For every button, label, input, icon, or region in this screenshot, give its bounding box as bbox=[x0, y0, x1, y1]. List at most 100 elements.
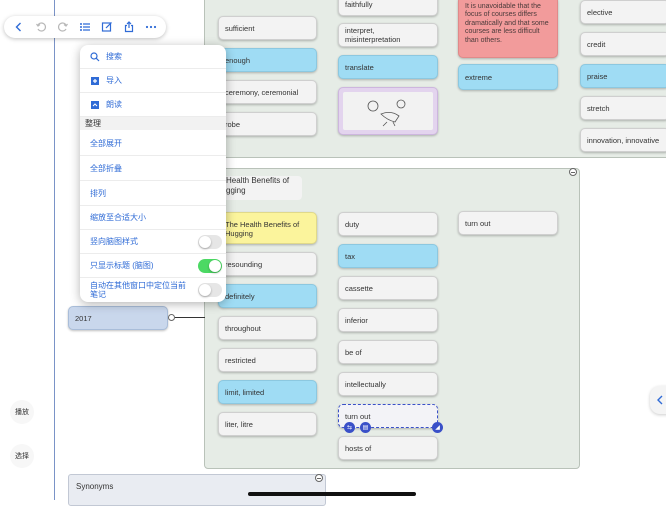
back-icon[interactable] bbox=[12, 20, 26, 34]
node-label: enough bbox=[225, 55, 251, 65]
node-credit[interactable]: credit bbox=[580, 32, 666, 56]
synonyms-title-text: Synonyms bbox=[76, 482, 114, 491]
node-label: intellectually bbox=[345, 379, 386, 389]
node-restricted[interactable]: restricted bbox=[218, 348, 317, 372]
node-label: hosts of bbox=[345, 443, 372, 453]
node-enough[interactable]: enough bbox=[218, 48, 317, 72]
menu-item-auto-locate: 自动在其他窗口中定位当前 笔记 bbox=[80, 278, 226, 302]
synonyms-collapse-icon[interactable] bbox=[315, 474, 323, 482]
edit-icon[interactable] bbox=[100, 20, 114, 34]
node-sufficient[interactable]: sufficient bbox=[218, 16, 317, 40]
node-link-icon[interactable]: ⇆ bbox=[344, 422, 355, 433]
node-stretch[interactable]: stretch bbox=[580, 96, 666, 120]
node-faithfully[interactable]: faithfully bbox=[338, 0, 438, 16]
node-note[interactable]: It is unavoidable that the focus of cour… bbox=[458, 0, 558, 58]
node-label: inferior bbox=[345, 315, 368, 325]
more-icon[interactable] bbox=[144, 20, 158, 34]
node-label: interpret, misinterpretation bbox=[345, 26, 401, 44]
redo-icon[interactable] bbox=[56, 20, 70, 34]
node-robe[interactable]: robe bbox=[218, 112, 317, 136]
menu-item-label-line2: 笔记 bbox=[90, 290, 106, 299]
node-translate[interactable]: translate bbox=[338, 55, 438, 79]
menu-item-vertical-style: 竖向脑图样式 bbox=[80, 230, 226, 254]
node-label: definitely bbox=[225, 291, 255, 301]
node-definitely[interactable]: definitely bbox=[218, 284, 317, 308]
search-icon bbox=[90, 51, 100, 62]
node-tax[interactable]: tax bbox=[338, 244, 438, 268]
outline-icon[interactable] bbox=[78, 20, 92, 34]
node-turn-out[interactable]: turn out bbox=[458, 211, 558, 235]
node-label: credit bbox=[587, 39, 606, 49]
menu-item-label: 朗读 bbox=[106, 100, 122, 109]
node-inferior[interactable]: inferior bbox=[338, 308, 438, 332]
group-collapse-icon[interactable] bbox=[569, 168, 577, 176]
menu-item-label: 竖向脑图样式 bbox=[90, 237, 138, 246]
menu-item-import[interactable]: 导入 bbox=[80, 69, 226, 93]
node-label: turn out bbox=[465, 218, 491, 228]
menu-item-label: 搜索 bbox=[106, 52, 122, 61]
node-expand-icon[interactable] bbox=[168, 314, 175, 321]
sketch-image bbox=[343, 92, 433, 130]
auto-locate-toggle[interactable] bbox=[198, 283, 222, 297]
node-resounding[interactable]: resounding bbox=[218, 252, 317, 276]
node-extreme[interactable]: extreme bbox=[458, 64, 558, 90]
node-label: 2017 bbox=[75, 313, 92, 323]
node-intellectually[interactable]: intellectually bbox=[338, 372, 438, 396]
node-label: faithfully bbox=[345, 0, 373, 9]
node-be-of[interactable]: be of bbox=[338, 340, 438, 364]
menu-item-collapse-all[interactable]: 全部折叠 bbox=[80, 157, 226, 181]
menu-item-search[interactable]: 搜索 bbox=[80, 45, 226, 69]
section-label: 整理 bbox=[85, 119, 101, 128]
node-2017[interactable]: 2017 bbox=[68, 306, 168, 330]
toolbar bbox=[4, 16, 166, 38]
node-duty[interactable]: duty bbox=[338, 212, 438, 236]
node-label: limit, limited bbox=[225, 387, 265, 397]
menu-item-label: 全部折叠 bbox=[90, 164, 122, 173]
node-praise[interactable]: praise bbox=[580, 64, 666, 88]
share-icon[interactable] bbox=[122, 20, 136, 34]
right-panel-tab[interactable] bbox=[650, 386, 666, 414]
node-label: robe bbox=[225, 119, 241, 129]
node-innovation[interactable]: innovation, innovative bbox=[580, 128, 666, 152]
synonyms-title[interactable]: Synonyms bbox=[76, 482, 113, 491]
node-throughout[interactable]: throughout bbox=[218, 316, 317, 340]
undo-icon[interactable] bbox=[34, 20, 48, 34]
node-label: extreme bbox=[465, 72, 493, 82]
node-health-benefits[interactable]: The Health Benefits of Hugging bbox=[218, 212, 317, 244]
menu-item-label: 导入 bbox=[106, 76, 122, 85]
titles-only-toggle[interactable] bbox=[198, 259, 222, 273]
home-indicator bbox=[248, 492, 416, 496]
connector-line bbox=[54, 0, 55, 500]
menu-item-expand-all[interactable]: 全部展开 bbox=[80, 132, 226, 156]
node-interpret[interactable]: interpret, misinterpretation bbox=[338, 23, 438, 47]
menu-item-fit-size[interactable]: 缩放至合适大小 bbox=[80, 206, 226, 230]
node-resize-handle-icon[interactable]: ◢ bbox=[432, 422, 443, 433]
node-label: The Health Benefits of Hugging bbox=[225, 220, 300, 238]
menu-item-label: 全部展开 bbox=[90, 139, 122, 148]
menu-section-organize: 整理 bbox=[80, 117, 226, 130]
node-label: tax bbox=[345, 251, 356, 261]
speaker-icon bbox=[90, 100, 100, 110]
note-text: It is unavoidable that the focus of cour… bbox=[465, 3, 549, 44]
node-label: duty bbox=[345, 219, 360, 229]
node-elective[interactable]: elective bbox=[580, 0, 666, 24]
node-note-icon[interactable]: ▤ bbox=[360, 422, 371, 433]
node-cassette[interactable]: cassette bbox=[338, 276, 438, 300]
node-label: cassette bbox=[345, 283, 373, 293]
select-button[interactable]: 选择 bbox=[10, 444, 34, 468]
node-ceremony[interactable]: ceremony, ceremonial bbox=[218, 80, 317, 104]
node-hosts-of[interactable]: hosts of bbox=[338, 436, 438, 460]
vertical-style-toggle[interactable] bbox=[198, 235, 222, 249]
menu-item-read-aloud[interactable]: 朗读 bbox=[80, 93, 226, 117]
node-label: translate bbox=[345, 62, 374, 72]
menu-item-label: 只显示标题 (脑图) bbox=[90, 261, 154, 270]
menu-item-arrange[interactable]: 排列 bbox=[80, 182, 226, 206]
play-button[interactable]: 播放 bbox=[10, 400, 34, 424]
node-liter[interactable]: liter, litre bbox=[218, 412, 317, 436]
node-label: liter, litre bbox=[225, 419, 253, 429]
node-label: throughout bbox=[225, 323, 261, 333]
select-label: 选择 bbox=[15, 453, 29, 460]
node-image[interactable] bbox=[338, 87, 438, 135]
node-limit[interactable]: limit, limited bbox=[218, 380, 317, 404]
group-title[interactable]: Health Benefits of gging bbox=[222, 176, 302, 200]
